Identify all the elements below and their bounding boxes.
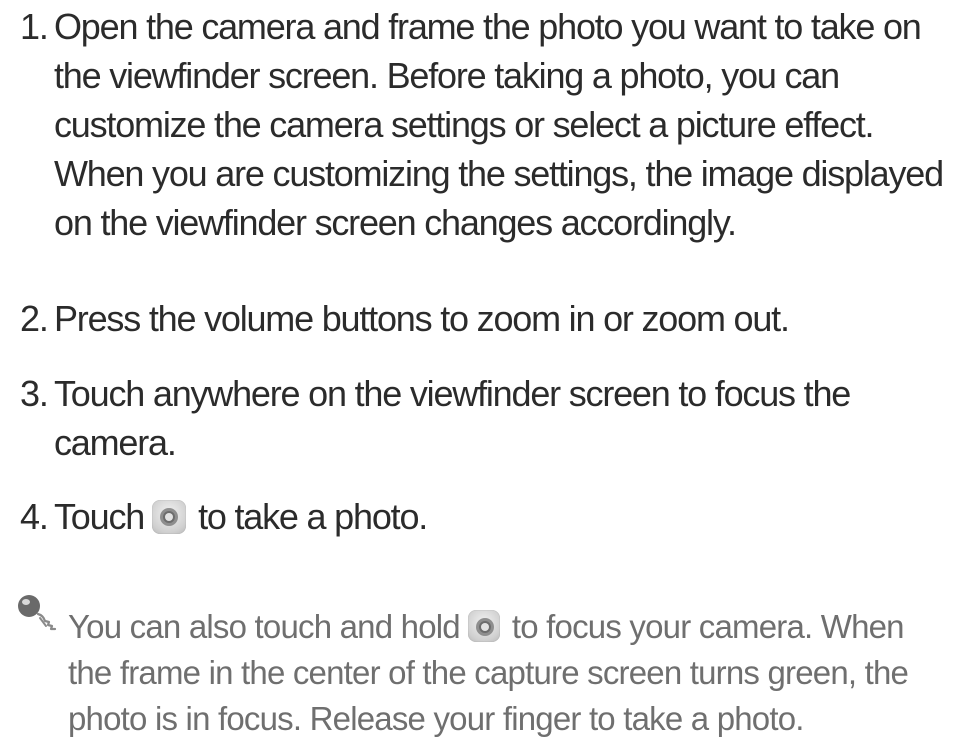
step-1-line-3: customize the camera settings or select … xyxy=(54,104,875,145)
step-1-line-4: When you are customizing the settings, t… xyxy=(54,153,944,194)
tip-note: You can also touch and hold to focus your… xyxy=(68,604,958,742)
step-4-text-after: to take a photo. xyxy=(198,496,428,537)
step-2-text-1: Press the volume buttons to zoom in or z… xyxy=(54,298,790,339)
manual-page: 1. Open the camera and frame the photo yo… xyxy=(0,0,965,749)
step-3-text-1: Touch anywhere on the viewfinder screen … xyxy=(54,373,851,414)
step-1-line-5: on the viewfinder screen changes accordi… xyxy=(54,202,737,243)
tip-line-3: photo is in focus. Release your finger t… xyxy=(68,700,804,737)
tip-text-before: You can also touch and hold xyxy=(68,608,461,645)
step-4-number: 4. xyxy=(20,496,49,537)
step-4-line-1: 4. Touch to take a photo. xyxy=(20,492,955,541)
step-3-line-2: camera. xyxy=(54,422,177,463)
step-3-line-1: 3. Touch anywhere on the viewfinder scree… xyxy=(20,369,955,418)
step-3: 3. Touch anywhere on the viewfinder scree… xyxy=(20,369,955,467)
step-1: 1. Open the camera and frame the photo yo… xyxy=(20,2,955,247)
step-4: 4. Touch to take a photo. xyxy=(20,492,955,541)
shutter-icon xyxy=(152,500,187,534)
tip-line-2: the frame in the center of the capture s… xyxy=(68,654,909,691)
shutter-icon xyxy=(467,610,500,642)
step-1-number: 1. xyxy=(20,6,49,47)
step-1-line-1: 1. Open the camera and frame the photo yo… xyxy=(20,2,955,51)
step-4-text-before: Touch xyxy=(54,496,145,537)
step-1-text-1: Open the camera and frame the photo you … xyxy=(54,6,922,47)
tip-line-1: You can also touch and hold to focus your… xyxy=(68,604,958,650)
tip-icon xyxy=(18,595,57,631)
step-3-number: 3. xyxy=(20,373,49,414)
step-1-line-2: the viewfinder screen. Before taking a p… xyxy=(54,55,840,96)
step-2-line-1: 2. Press the volume buttons to zoom in or… xyxy=(20,294,955,343)
step-2-number: 2. xyxy=(20,298,49,339)
tip-text-after: to focus your camera. When xyxy=(511,608,905,645)
step-2: 2. Press the volume buttons to zoom in or… xyxy=(20,294,955,343)
